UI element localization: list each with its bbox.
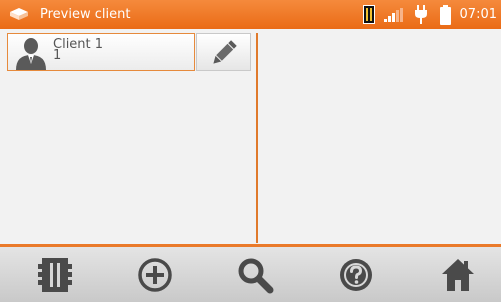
client-list-panel: Client 1 1 — [0, 29, 501, 244]
clock: 07:01 — [459, 7, 497, 22]
help-button[interactable] — [316, 247, 396, 302]
page-title: Preview client — [40, 7, 131, 22]
person-icon — [16, 38, 46, 70]
search-icon — [238, 258, 274, 293]
add-icon — [138, 257, 172, 292]
signal-strength-icon — [384, 8, 403, 22]
help-icon — [340, 258, 372, 291]
memory-button[interactable] — [15, 247, 95, 302]
home-icon — [442, 258, 474, 291]
search-button[interactable] — [215, 247, 295, 302]
edit-client-button[interactable] — [196, 33, 251, 71]
add-client-button[interactable] — [115, 247, 195, 302]
power-plug-icon — [415, 5, 427, 24]
title-bar: Preview client 07:01 — [0, 0, 501, 29]
pencil-icon — [213, 40, 237, 64]
panel-divider — [256, 33, 258, 243]
client-list-item[interactable]: Client 1 1 — [7, 33, 195, 71]
bottom-toolbar — [0, 247, 501, 302]
battery-icon — [440, 5, 451, 25]
meter-logo-icon — [10, 8, 28, 20]
client-id: 1 — [53, 48, 62, 63]
memory-card-icon — [363, 5, 375, 24]
memory-icon — [38, 257, 72, 292]
home-button[interactable] — [418, 247, 498, 302]
